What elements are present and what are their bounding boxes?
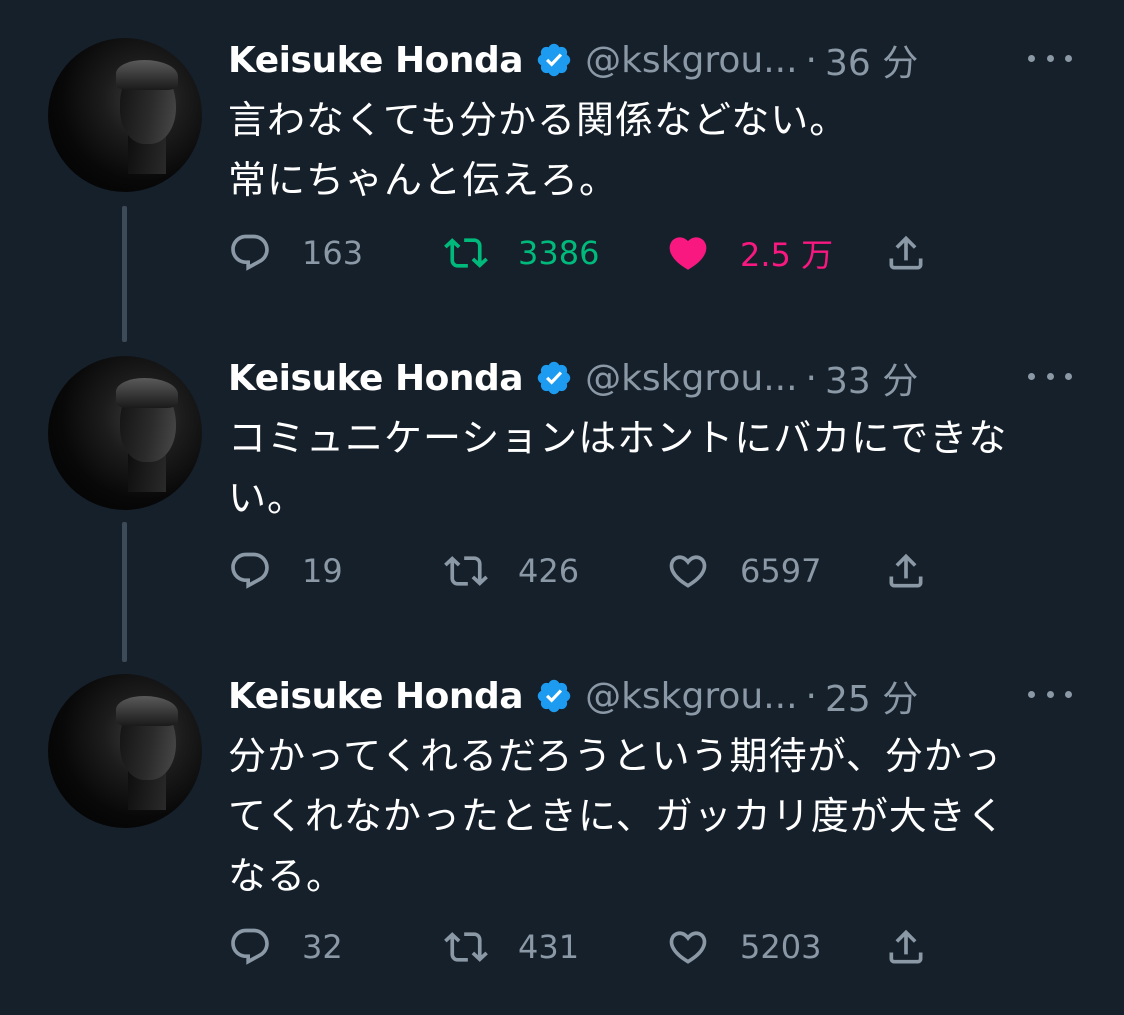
- like-button[interactable]: 5203: [666, 925, 821, 969]
- heart-icon: [669, 237, 707, 270]
- author-name[interactable]: Keisuke Honda: [228, 676, 524, 717]
- like-count: 6597: [740, 552, 822, 590]
- separator: ·: [805, 357, 817, 399]
- tweet-text: コミュニケーションはホントにバカにできな い。: [228, 408, 1088, 528]
- tweet-actions: 163 3386 2.5 万: [228, 231, 948, 275]
- share-button[interactable]: [884, 231, 928, 275]
- tweet-header: Keisuke Honda @kskgrou... · 36 分: [228, 38, 1108, 85]
- more-options-icon[interactable]: [1028, 684, 1072, 704]
- reply-icon: [231, 928, 269, 965]
- tweet[interactable]: Keisuke Honda @kskgrou... · 33 分 コミュニケーシ…: [0, 356, 1124, 656]
- share-icon: [889, 235, 923, 270]
- author-handle[interactable]: @kskgrou...: [585, 358, 797, 399]
- heart-icon: [669, 555, 707, 588]
- tweet-text-line: 言わなくても分かる関係などない。: [228, 98, 849, 142]
- heart-icon: [669, 931, 707, 964]
- verified-badge-icon: [537, 361, 571, 395]
- tweet[interactable]: Keisuke Honda @kskgrou... · 36 分 言わなくても分…: [0, 38, 1124, 338]
- like-button[interactable]: 6597: [666, 549, 821, 593]
- share-button[interactable]: [884, 925, 928, 969]
- tweet-text-line: 分かってくれるだろうという期待が、分かっ: [228, 734, 1002, 778]
- separator: ·: [805, 39, 817, 81]
- author-name[interactable]: Keisuke Honda: [228, 358, 524, 399]
- like-button[interactable]: 2.5 万: [666, 231, 833, 275]
- reply-button[interactable]: 32: [228, 925, 343, 969]
- retweet-count: 3386: [518, 234, 600, 272]
- author-handle[interactable]: @kskgrou...: [585, 40, 797, 81]
- tweet-actions: 32 431 5203: [228, 925, 948, 969]
- reply-icon: [231, 234, 269, 271]
- reply-icon: [231, 552, 269, 589]
- share-button[interactable]: [884, 549, 928, 593]
- tweet-text-line: 常にちゃんと伝えろ。: [228, 158, 619, 202]
- share-icon: [889, 553, 923, 588]
- avatar[interactable]: [48, 356, 202, 510]
- retweet-icon: [444, 238, 488, 268]
- tweet-text-line: い。: [228, 476, 307, 520]
- tweet-text: 言わなくても分かる関係などない。 常にちゃんと伝えろ。: [228, 90, 1088, 210]
- share-icon: [889, 929, 923, 964]
- tweet-text-line: なる。: [228, 854, 346, 898]
- retweet-icon: [444, 932, 488, 962]
- tweet-header: Keisuke Honda @kskgrou... · 33 分: [228, 356, 1108, 403]
- reply-count: 19: [302, 552, 343, 590]
- more-options-icon[interactable]: [1028, 48, 1072, 68]
- tweet-header: Keisuke Honda @kskgrou... · 25 分: [228, 674, 1108, 721]
- timestamp[interactable]: 25 分: [825, 670, 918, 722]
- timestamp[interactable]: 33 分: [825, 352, 918, 404]
- tweet-text: 分かってくれるだろうという期待が、分かっ てくれなかったときに、ガッカリ度が大き…: [228, 726, 1088, 906]
- separator: ·: [805, 675, 817, 717]
- retweet-count: 431: [518, 928, 580, 966]
- tweet[interactable]: Keisuke Honda @kskgrou... · 25 分 分かってくれる…: [0, 674, 1124, 994]
- retweet-count: 426: [518, 552, 580, 590]
- verified-badge-icon: [537, 43, 571, 77]
- tweet-actions: 19 426 6597: [228, 549, 948, 593]
- reply-button[interactable]: 163: [228, 231, 363, 275]
- retweet-button[interactable]: 431: [444, 925, 579, 969]
- reply-count: 163: [302, 234, 364, 272]
- reply-button[interactable]: 19: [228, 549, 343, 593]
- retweet-button[interactable]: 426: [444, 549, 579, 593]
- avatar[interactable]: [48, 38, 202, 192]
- tweet-text-line: てくれなかったときに、ガッカリ度が大きく: [228, 794, 1006, 838]
- retweet-button[interactable]: 3386: [444, 231, 599, 275]
- tweet-text-line: コミュニケーションはホントにバカにできな: [228, 416, 1008, 460]
- avatar[interactable]: [48, 674, 202, 828]
- like-count: 5203: [740, 928, 822, 966]
- timestamp[interactable]: 36 分: [825, 34, 918, 86]
- more-options-icon[interactable]: [1028, 366, 1072, 386]
- retweet-icon: [444, 556, 488, 586]
- verified-badge-icon: [537, 679, 571, 713]
- reply-count: 32: [302, 928, 343, 966]
- author-name[interactable]: Keisuke Honda: [228, 40, 524, 81]
- author-handle[interactable]: @kskgrou...: [585, 676, 797, 717]
- like-count: 2.5 万: [740, 236, 834, 274]
